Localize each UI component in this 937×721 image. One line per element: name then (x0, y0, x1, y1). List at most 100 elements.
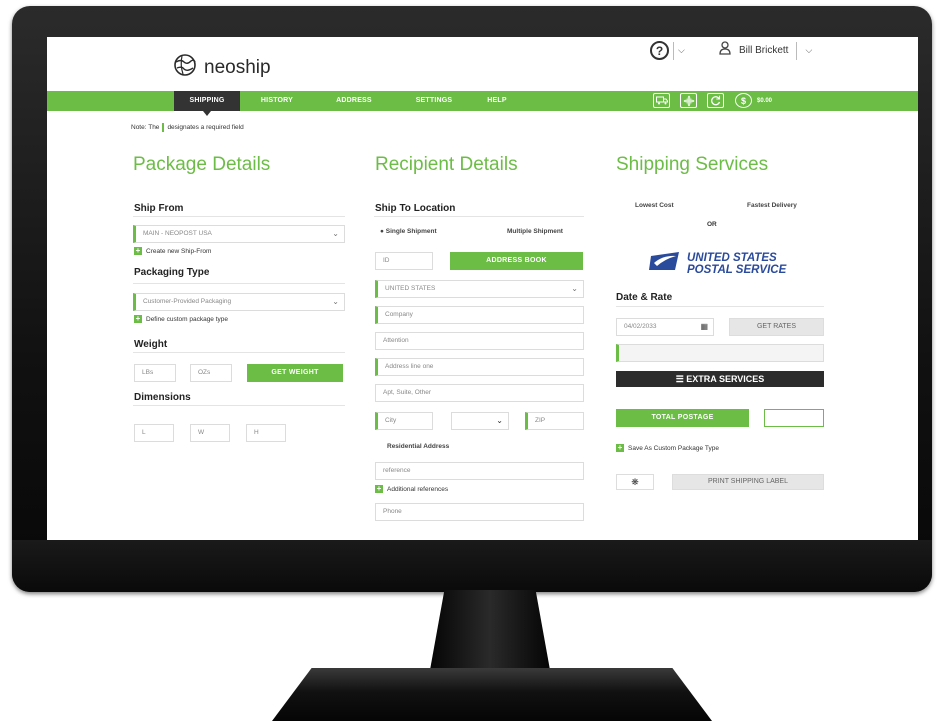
divider (796, 41, 798, 60)
refresh-icon[interactable] (707, 93, 724, 108)
chevron-down-icon: ⌄ (332, 297, 339, 306)
user-name: Bill Brickett (739, 45, 789, 56)
app-screen: neoship ? ⌵ Bill Brickett ⌵ SHIPPING HIS… (47, 37, 918, 540)
question-circle-icon[interactable]: ? (650, 41, 669, 60)
globe-logo-icon (172, 53, 198, 82)
residential-address-label: Residential Address (387, 443, 450, 450)
monitor-stand-neck (430, 590, 550, 670)
fastest-delivery-label: Fastest Delivery (747, 202, 797, 209)
multiple-shipment-radio[interactable]: Multiple Shipment (507, 228, 563, 235)
packaging-type-select[interactable]: Customer-Provided Packaging ⌄ (133, 293, 345, 311)
nav-shipping[interactable]: SHIPPING (174, 91, 240, 116)
top-header: neoship ? ⌵ Bill Brickett ⌵ (47, 37, 918, 91)
divider (133, 405, 345, 406)
plus-icon: + (134, 246, 142, 255)
usps-text: UNITED STATES POSTAL SERVICE (687, 252, 786, 276)
total-postage-button[interactable]: TOTAL POSTAGE (616, 409, 749, 427)
ship-from-heading: Ship From (134, 203, 184, 214)
rate-result-field (616, 344, 824, 362)
ship-from-value: MAIN - NEOPOST USA (143, 230, 212, 237)
address-line1-input[interactable]: Address line one (375, 358, 584, 376)
get-rates-button[interactable]: GET RATES (729, 318, 824, 336)
single-shipment-radio[interactable]: ● Single Shipment (380, 228, 437, 235)
additional-references-label: Additional references (387, 485, 449, 493)
attention-input[interactable]: Attention (375, 332, 584, 350)
extra-services-button[interactable]: ☰ EXTRA SERVICES (616, 371, 824, 387)
country-select[interactable]: UNITED STATES ⌄ (375, 280, 584, 298)
ship-date-input[interactable]: 04/02/2033 ▦ (616, 318, 714, 336)
divider (133, 216, 345, 217)
create-ship-from-label: Create new Ship-From (146, 247, 212, 255)
usps-eagle-icon (649, 250, 681, 277)
user-menu[interactable]: Bill Brickett ⌵ (719, 41, 812, 60)
reference-input[interactable]: reference (375, 462, 584, 480)
multiple-shipment-label: Multiple Shipment (507, 228, 563, 235)
save-custom-package-link[interactable]: + Save As Custom Package Type (616, 444, 719, 452)
weight-lbs-input[interactable]: LBs (134, 364, 176, 382)
user-icon (719, 41, 731, 60)
shipping-services-title: Shipping Services (616, 154, 769, 175)
save-custom-label: Save As Custom Package Type (628, 444, 719, 452)
nav-history[interactable]: HISTORY (257, 91, 297, 111)
address-book-button[interactable]: ADDRESS BOOK (450, 252, 583, 270)
chevron-down-icon: ⌄ (571, 284, 578, 293)
help-menu[interactable]: ? ⌵ (650, 41, 685, 60)
usps-line-1: UNITED STATES (687, 251, 777, 264)
nav-address-book[interactable]: ADDRESS BOOK (325, 91, 383, 124)
print-shipping-label-button[interactable]: PRINT SHIPPING LABEL (672, 474, 824, 490)
divider (133, 283, 345, 284)
chevron-down-icon: ⌄ (332, 229, 339, 238)
logo-text: neoship (204, 56, 271, 78)
required-note: Note: The designates a required field (131, 123, 244, 132)
address-line2-input[interactable]: Apt, Suite, Other (375, 384, 584, 402)
company-input[interactable]: Company (375, 306, 584, 324)
account-balance: $0.00 (757, 98, 773, 104)
define-custom-package-link[interactable]: + Define custom package type (134, 315, 228, 323)
residential-address-checkbox[interactable]: Residential Address (387, 443, 449, 450)
fastest-delivery-option[interactable]: Fastest Delivery (747, 202, 797, 209)
define-custom-label: Define custom package type (146, 315, 229, 323)
dimension-length-input[interactable]: L (134, 424, 174, 442)
single-shipment-label: Single Shipment (385, 228, 437, 235)
zip-input[interactable]: ZIP (525, 412, 584, 430)
ship-date-value: 04/02/2033 (624, 323, 657, 330)
or-separator: OR (707, 221, 717, 228)
create-ship-from-link[interactable]: + Create new Ship-From (134, 247, 211, 255)
main-nav: SHIPPING HISTORY ADDRESS BOOK SETTINGS H… (47, 91, 918, 124)
usps-logo[interactable]: UNITED STATES POSTAL SERVICE (649, 250, 786, 277)
divider (374, 216, 584, 217)
chevron-down-icon[interactable]: ⌵ (805, 45, 812, 56)
plus-icon: + (375, 484, 383, 493)
monitor-stand-base (272, 668, 712, 721)
lowest-cost-option[interactable]: Lowest Cost (635, 202, 674, 209)
note-prefix: Note: The (131, 124, 160, 131)
usps-line-2: POSTAL SERVICE (687, 263, 787, 276)
phone-input[interactable]: Phone (375, 503, 584, 521)
dimension-width-input[interactable]: W (190, 424, 230, 442)
packaging-type-heading: Packaging Type (134, 267, 210, 278)
move-icon[interactable] (680, 93, 697, 108)
recipient-id-input[interactable]: ID (375, 252, 433, 270)
total-postage-value (764, 409, 824, 427)
packaging-type-value: Customer-Provided Packaging (143, 298, 232, 305)
truck-icon[interactable] (653, 93, 670, 108)
ship-from-select[interactable]: MAIN - NEOPOST USA ⌄ (133, 225, 345, 243)
nav-help[interactable]: HELP (485, 91, 509, 111)
additional-references-link[interactable]: + Additional references (375, 485, 448, 493)
city-input[interactable]: City (375, 412, 433, 430)
calendar-icon[interactable]: ▦ (700, 319, 708, 335)
divider (133, 352, 345, 353)
weight-ozs-input[interactable]: OZs (190, 364, 232, 382)
gear-icon[interactable]: ❋ (616, 474, 654, 490)
dimension-height-input[interactable]: H (246, 424, 286, 442)
logo[interactable]: neoship (172, 53, 271, 82)
dollar-icon[interactable]: $ (735, 93, 752, 108)
lowest-cost-label: Lowest Cost (635, 202, 674, 209)
date-rate-heading: Date & Rate (616, 292, 673, 303)
nav-settings[interactable]: SETTINGS (413, 91, 455, 111)
required-indicator (162, 123, 165, 132)
get-weight-button[interactable]: GET WEIGHT (247, 364, 343, 382)
state-select[interactable]: ⌄ (451, 412, 509, 430)
note-suffix: designates a required field (167, 124, 244, 131)
chevron-down-icon[interactable]: ⌵ (678, 45, 685, 56)
